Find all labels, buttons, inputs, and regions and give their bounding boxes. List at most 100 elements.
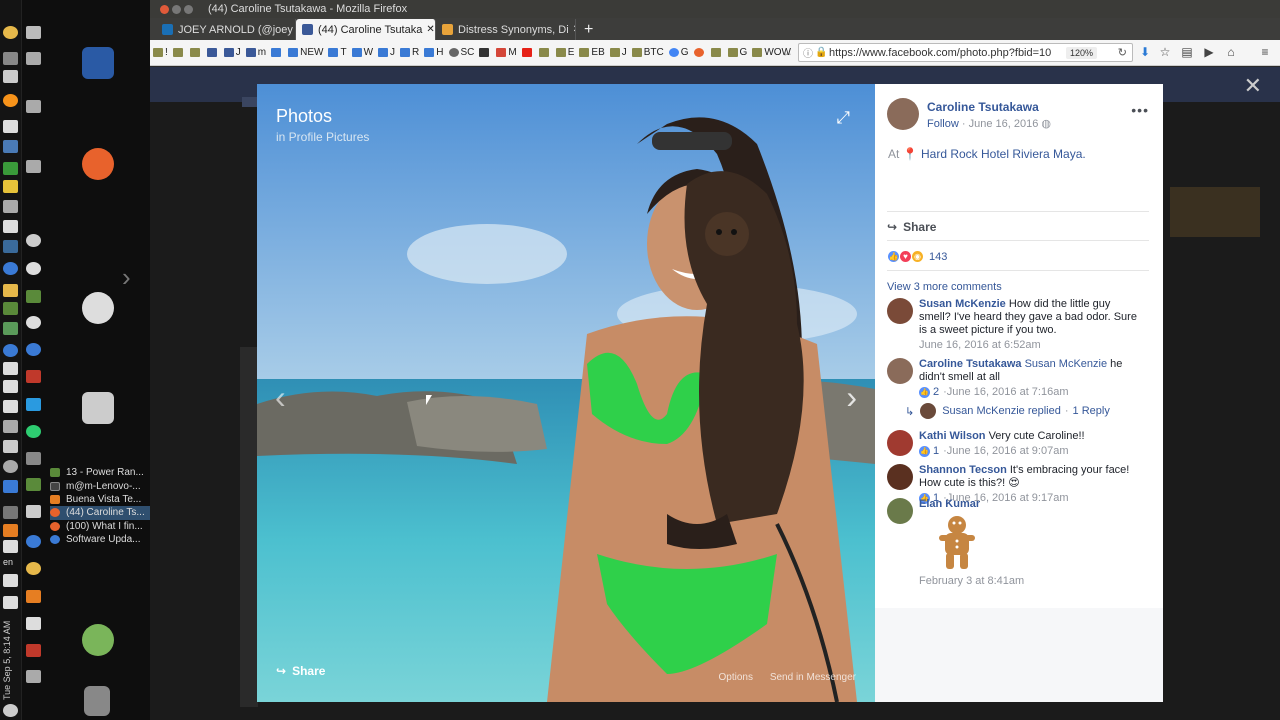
home-icon[interactable]: ⌂ <box>1224 45 1238 59</box>
bookmark-item[interactable] <box>521 48 534 57</box>
app-icon[interactable] <box>3 262 18 275</box>
vlc-icon[interactable] <box>26 590 41 603</box>
photo-viewer[interactable]: Photos in Profile Pictures ⤢ ‹ › ↪ Share … <box>257 84 875 702</box>
maximize-window-button[interactable] <box>184 4 193 14</box>
volume-icon[interactable] <box>3 574 18 587</box>
commenter-name[interactable]: Caroline Tsutakawa <box>919 358 1022 370</box>
commenter-avatar[interactable] <box>887 358 913 384</box>
telegram-icon[interactable] <box>26 425 41 438</box>
app-icon[interactable] <box>3 344 18 357</box>
app-icon[interactable] <box>3 420 18 433</box>
bookmark-item[interactable] <box>479 48 491 57</box>
bookmark-item[interactable]: EB <box>579 47 605 58</box>
app-icon[interactable] <box>3 480 18 493</box>
tab-caroline-tsutakawa[interactable]: (44) Caroline Tsutaka ✕ <box>296 19 436 40</box>
youtube-icon[interactable]: ▶ <box>1202 45 1216 59</box>
chevron-right-icon[interactable]: › <box>122 262 131 293</box>
comment-time[interactable]: June 16, 2016 at 6:52am <box>919 339 1041 352</box>
bookmark-star-icon[interactable]: ☆ <box>1158 45 1172 59</box>
bookmark-item[interactable]: W <box>351 47 373 58</box>
bookmark-item[interactable] <box>710 48 723 57</box>
photo-share-button[interactable]: ↪ Share <box>276 664 325 678</box>
bookmark-item[interactable] <box>538 48 551 57</box>
writer-icon[interactable] <box>82 47 114 79</box>
commenter-avatar[interactable] <box>887 298 913 324</box>
info-icon[interactable]: ⓘ <box>803 45 813 60</box>
app-icon[interactable] <box>3 200 18 213</box>
app-icon[interactable] <box>26 26 41 39</box>
app-icon[interactable] <box>3 70 18 83</box>
bookmark-item[interactable]: J <box>378 47 395 58</box>
filezilla-icon[interactable] <box>26 370 41 383</box>
comment-time[interactable]: June 16, 2016 at 7:16am <box>947 386 1069 399</box>
commenter-name[interactable]: Shannon Tecson <box>919 464 1007 476</box>
app-icon[interactable] <box>26 262 41 275</box>
app-icon[interactable] <box>26 100 41 113</box>
app-icon[interactable] <box>3 400 18 413</box>
atom-icon[interactable] <box>26 343 41 356</box>
author-avatar[interactable] <box>887 98 919 130</box>
follow-link[interactable]: Follow <box>927 118 959 130</box>
webcam-icon[interactable] <box>26 316 41 329</box>
app-icon[interactable] <box>26 478 41 491</box>
trash-icon[interactable] <box>84 686 110 716</box>
bookmark-item[interactable]: J <box>223 47 241 58</box>
app-icon[interactable] <box>26 535 41 548</box>
photo-options-link[interactable]: Options <box>719 672 753 683</box>
new-tab-button[interactable]: + <box>584 19 593 40</box>
next-photo-icon[interactable]: › <box>846 379 857 416</box>
bookmark-item[interactable]: G <box>668 47 689 58</box>
mention-link[interactable]: Susan McKenzie <box>1025 358 1108 370</box>
spreadsheet-icon[interactable] <box>3 162 18 175</box>
power-icon[interactable] <box>3 704 18 717</box>
app-icon[interactable] <box>3 322 18 335</box>
privacy-globe-icon[interactable]: ◍ <box>1041 118 1051 130</box>
author-name[interactable]: Caroline Tsutakawa <box>927 100 1039 114</box>
monitor-icon[interactable] <box>3 380 18 393</box>
gingerbread-sticker[interactable] <box>937 515 977 571</box>
app-icon[interactable] <box>3 460 18 473</box>
back-arrow-icon[interactable]: ← <box>780 45 794 59</box>
bookmark-item[interactable]: E <box>555 47 574 58</box>
window-list-item[interactable]: Software Upda... <box>50 533 150 546</box>
coin-icon[interactable] <box>26 562 41 575</box>
app-icon[interactable] <box>3 302 18 315</box>
window-list-item[interactable]: 13 - Power Ran... <box>50 466 150 479</box>
bookmark-item[interactable]: J <box>609 47 627 58</box>
clock[interactable]: Tue Sep 5, 8:14 AM <box>2 590 12 700</box>
text-editor-icon[interactable] <box>3 120 18 133</box>
app-icon[interactable] <box>3 220 18 233</box>
commenter-avatar[interactable] <box>887 464 913 490</box>
bitcoin-icon[interactable] <box>3 94 18 107</box>
bookmark-item[interactable] <box>271 48 283 57</box>
close-tab-icon[interactable]: ✕ <box>422 24 434 35</box>
close-window-button[interactable] <box>160 4 169 14</box>
bookmark-item[interactable] <box>693 48 706 57</box>
commenter-name[interactable]: Elan Kumar <box>919 498 980 510</box>
app-icon[interactable] <box>26 670 41 683</box>
replies-link[interactable]: ↳ Susan McKenzie replied · 1 Reply <box>905 403 1110 419</box>
terminal-icon[interactable] <box>3 240 18 253</box>
bookmark-item[interactable] <box>172 48 185 57</box>
filezilla-icon[interactable] <box>26 644 41 657</box>
vlc-icon[interactable] <box>3 524 18 537</box>
zoom-level[interactable]: 120% <box>1066 46 1098 59</box>
url-text[interactable]: https://www.facebook.com/photo.php?fbid=… <box>829 47 1054 59</box>
post-date[interactable]: June 16, 2016 <box>969 118 1039 130</box>
photo-album-subtitle[interactable]: in Profile Pictures <box>276 130 369 144</box>
view-more-comments-link[interactable]: View 3 more comments <box>887 281 1002 293</box>
comment-time[interactable]: June 16, 2016 at 9:07am <box>947 445 1069 458</box>
comment-like-count[interactable]: 2 <box>933 386 939 399</box>
expand-icon[interactable]: ⤢ <box>836 108 850 128</box>
commenter-name[interactable]: Susan McKenzie <box>919 298 1006 310</box>
commenter-avatar[interactable] <box>887 430 913 456</box>
obs-icon[interactable] <box>26 234 41 247</box>
app-icon[interactable] <box>26 290 41 303</box>
app-icon[interactable] <box>3 52 18 65</box>
window-list-item[interactable]: Buena Vista Te... <box>50 493 150 506</box>
location-link[interactable]: Hard Rock Hotel Riviera Maya. <box>921 147 1086 161</box>
ubuntu-icon[interactable] <box>82 292 114 324</box>
app-icon[interactable] <box>26 452 41 465</box>
bookmark-item[interactable]: m <box>245 47 266 58</box>
app-icon[interactable] <box>26 505 41 518</box>
